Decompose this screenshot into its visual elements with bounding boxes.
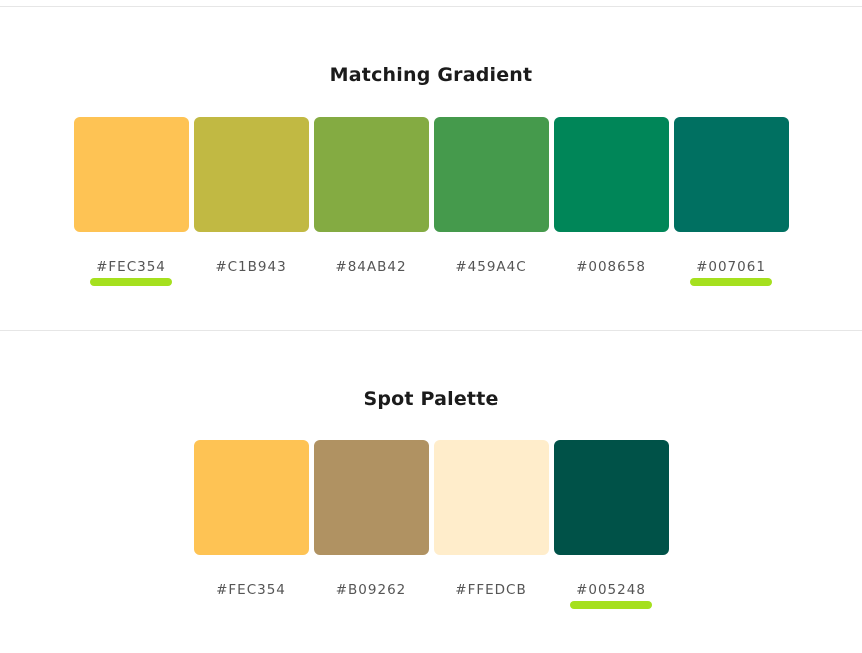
spot-hex-label[interactable]: #005248	[576, 581, 646, 599]
spot-color-swatch[interactable]	[553, 440, 669, 555]
palette-page: Matching Gradient #FEC354 #C1B943 #84AB42 #…	[0, 0, 862, 653]
gradient-color-swatch[interactable]	[73, 117, 189, 232]
gradient-hex-label[interactable]: #459A4C	[455, 258, 526, 276]
gradient-highlight-underline	[690, 278, 772, 286]
spot-hex-label[interactable]: #B09262	[336, 581, 407, 599]
gradient-color-swatch[interactable]	[553, 117, 669, 232]
gradient-swatch-item: #008658	[553, 117, 669, 286]
spot-swatch-row: #FEC354 #B09262 #FFEDCB #005248	[0, 440, 862, 609]
gradient-color-swatch[interactable]	[433, 117, 549, 232]
gradient-hex-label[interactable]: #007061	[696, 258, 766, 276]
spot-hex-label[interactable]: #FEC354	[216, 581, 286, 599]
gradient-color-swatch[interactable]	[193, 117, 309, 232]
spot-color-swatch[interactable]	[433, 440, 549, 555]
top-divider	[0, 6, 862, 7]
section-divider	[0, 330, 862, 331]
matching-gradient-title: Matching Gradient	[329, 64, 533, 86]
spot-swatch-item: #005248	[553, 440, 669, 609]
spot-color-swatch[interactable]	[193, 440, 309, 555]
gradient-swatch-item: #C1B943	[193, 117, 309, 286]
gradient-color-swatch[interactable]	[313, 117, 429, 232]
gradient-hex-label[interactable]: #FEC354	[96, 258, 166, 276]
gradient-swatch-item: #007061	[673, 117, 789, 286]
gradient-highlight-underline	[90, 278, 172, 286]
spot-color-swatch[interactable]	[313, 440, 429, 555]
spot-hex-label[interactable]: #FFEDCB	[455, 581, 526, 599]
gradient-swatch-item: #84AB42	[313, 117, 429, 286]
spot-swatch-item: #FEC354	[193, 440, 309, 609]
spot-highlight-underline	[570, 601, 652, 609]
gradient-color-swatch[interactable]	[673, 117, 789, 232]
spot-swatch-item: #B09262	[313, 440, 429, 609]
spot-palette-title: Spot Palette	[363, 388, 499, 410]
gradient-swatch-item: #FEC354	[73, 117, 189, 286]
gradient-hex-label[interactable]: #C1B943	[215, 258, 286, 276]
spot-swatch-item: #FFEDCB	[433, 440, 549, 609]
gradient-swatch-row: #FEC354 #C1B943 #84AB42 #459A4C #008658 #0070…	[0, 117, 862, 286]
gradient-hex-label[interactable]: #84AB42	[335, 258, 406, 276]
gradient-hex-label[interactable]: #008658	[576, 258, 646, 276]
gradient-swatch-item: #459A4C	[433, 117, 549, 286]
